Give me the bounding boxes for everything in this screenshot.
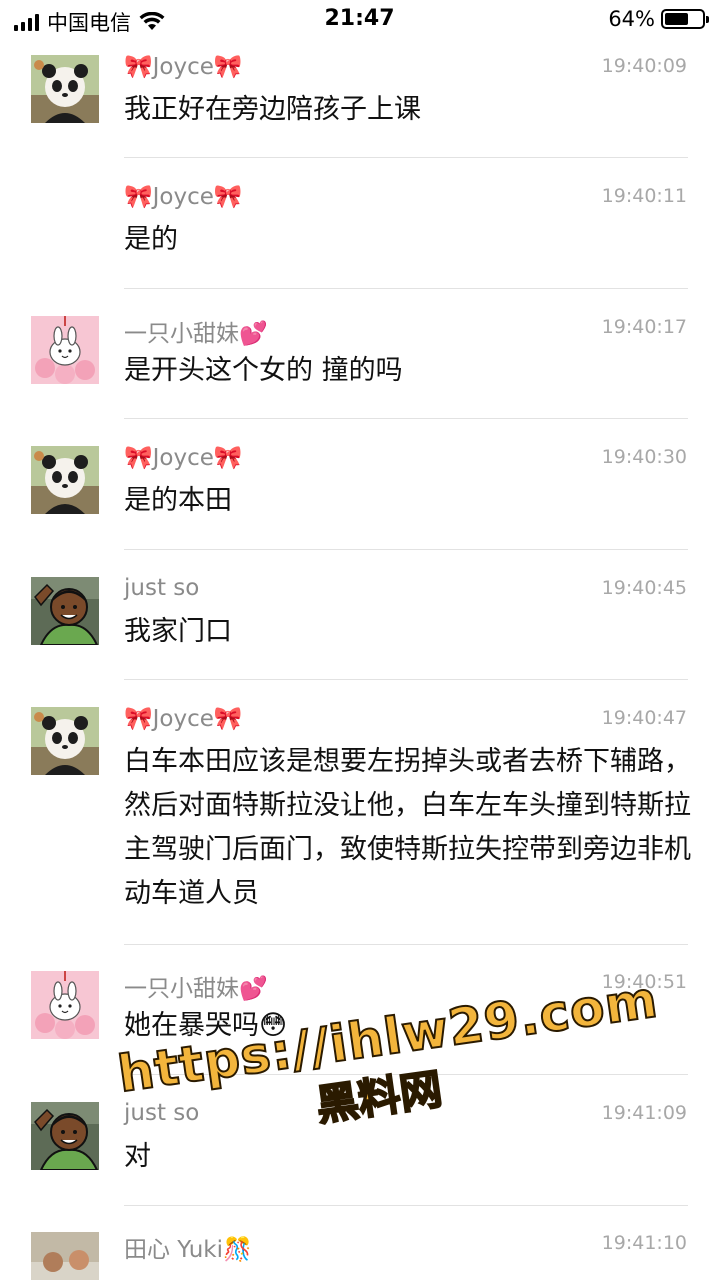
message-timestamp: 19:41:09	[601, 1102, 687, 1124]
sender-name[interactable]: 🎀Joyce🎀	[124, 53, 243, 80]
sender-name[interactable]: 一只小甜妹💕	[124, 314, 268, 348]
message-divider	[124, 288, 688, 289]
sender-name[interactable]: 🎀Joyce🎀	[124, 705, 243, 732]
message-text: 我家门口	[124, 616, 232, 647]
photo-avatar[interactable]	[31, 1232, 99, 1280]
message-text: 是的	[124, 224, 178, 255]
message-item[interactable]: 🎀Joyce🎀 19:40:11 是的	[0, 183, 719, 288]
message-timestamp: 19:40:11	[601, 185, 687, 207]
message-text: 白车本田应该是想要左拐掉头或者去桥下辅路，然后对面特斯拉没让他，白车左车头撞到特…	[124, 746, 691, 909]
panda-avatar[interactable]	[31, 446, 99, 514]
message-divider	[124, 1205, 688, 1206]
panda-avatar[interactable]	[31, 55, 99, 123]
message-timestamp: 19:40:45	[601, 577, 687, 599]
status-bar: 中国电信 21:47 64%	[0, 0, 719, 40]
sender-name[interactable]: 🎀Joyce🎀	[124, 183, 243, 210]
message-item[interactable]: 田心 Yuki🎊 19:41:10	[0, 1230, 719, 1280]
battery-percent: 64%	[608, 7, 655, 31]
message-item[interactable]: 🎀Joyce🎀 19:40:30 是的本田	[0, 444, 719, 549]
message-divider	[124, 549, 688, 550]
cartoon-man-avatar[interactable]	[31, 1102, 99, 1170]
message-divider	[124, 944, 688, 945]
message-timestamp: 19:40:09	[601, 55, 687, 77]
message-item[interactable]: just so 19:40:45 我家门口	[0, 575, 719, 679]
message-text: 是的本田	[124, 485, 232, 516]
message-text: 我正好在旁边陪孩子上课	[124, 94, 421, 125]
message-text: 是开头这个女的 撞的吗	[124, 355, 403, 386]
message-timestamp: 19:40:30	[601, 446, 687, 468]
message-timestamp: 19:40:47	[601, 707, 687, 729]
message-item[interactable]: 一只小甜妹💕 19:40:17 是开头这个女的 撞的吗	[0, 314, 719, 418]
sender-name[interactable]: just so	[124, 575, 199, 601]
message-divider	[124, 679, 688, 680]
status-right: 64%	[608, 7, 709, 31]
message-timestamp: 19:41:10	[601, 1232, 687, 1254]
battery-fill	[665, 13, 689, 25]
message-divider	[124, 157, 688, 158]
bunny-avatar[interactable]	[31, 971, 99, 1039]
sender-name[interactable]: 一只小甜妹💕	[124, 969, 268, 1003]
message-item[interactable]: 🎀Joyce🎀 19:40:09 我正好在旁边陪孩子上课	[0, 53, 719, 157]
battery-icon	[661, 9, 709, 29]
sender-name[interactable]: 🎀Joyce🎀	[124, 444, 243, 471]
panda-avatar[interactable]	[31, 707, 99, 775]
bunny-avatar[interactable]	[31, 316, 99, 384]
cartoon-man-avatar[interactable]	[31, 577, 99, 645]
message-item[interactable]: 🎀Joyce🎀 19:40:47 白车本田应该是想要左拐掉头或者去桥下辅路，然后对面…	[0, 705, 719, 944]
message-timestamp: 19:40:17	[601, 316, 687, 338]
message-divider	[124, 418, 688, 419]
sender-name[interactable]: 田心 Yuki🎊	[124, 1230, 252, 1264]
